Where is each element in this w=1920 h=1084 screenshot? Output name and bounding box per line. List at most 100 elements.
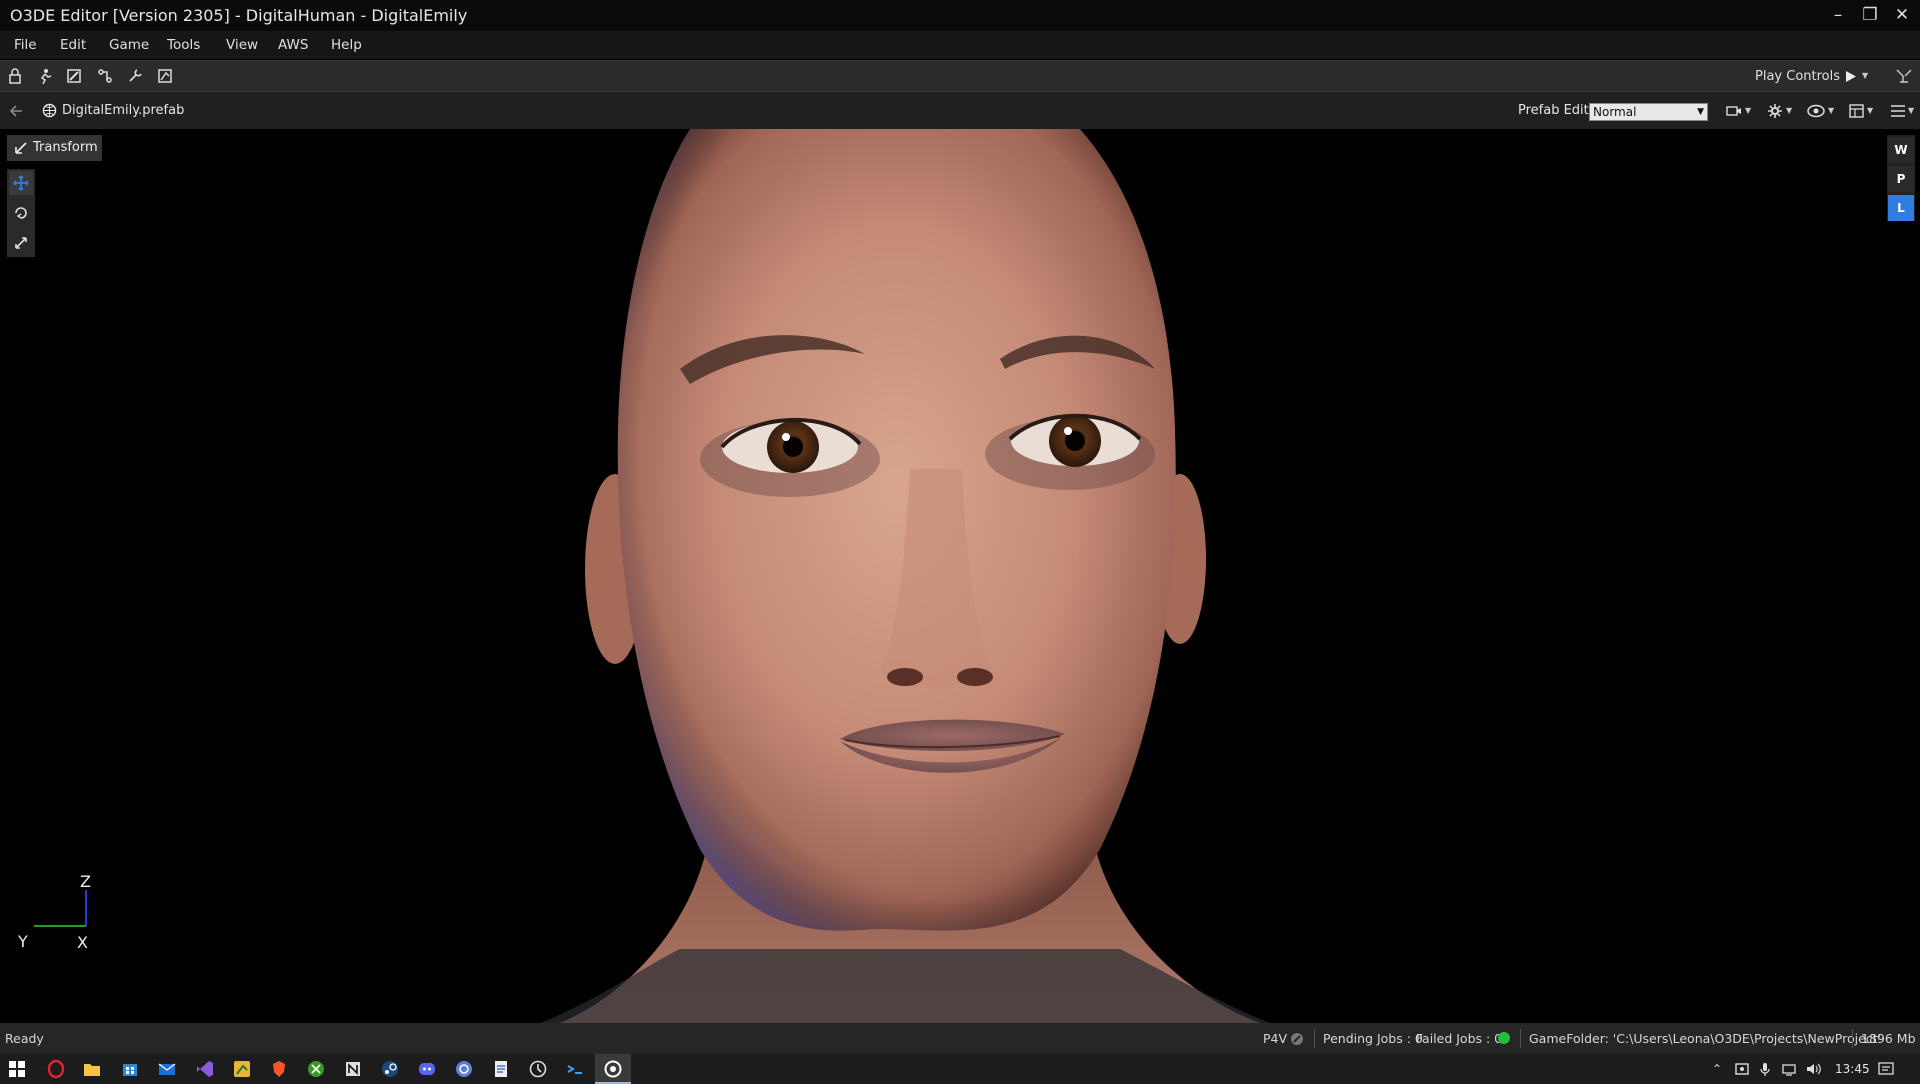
- notion-icon[interactable]: [343, 1059, 363, 1079]
- z-axis-label: Z: [80, 872, 91, 891]
- play-controls-label: Play Controls: [1755, 69, 1841, 84]
- brave-browser-icon[interactable]: [269, 1059, 289, 1079]
- play-icon[interactable]: [1845, 70, 1857, 83]
- animation-editor-icon[interactable]: [37, 68, 53, 84]
- rotate-icon: [15, 207, 27, 219]
- y-axis-line: [34, 925, 86, 927]
- p4v-status-icon[interactable]: [1290, 1032, 1304, 1046]
- p4v-label: P4V: [1263, 1031, 1288, 1046]
- steam-icon[interactable]: [380, 1059, 400, 1079]
- vscode-icon[interactable]: [565, 1059, 585, 1079]
- scale-icon: [15, 237, 27, 249]
- title-bar: O3DE Editor [Version 2305] - DigitalHuma…: [0, 0, 1920, 31]
- script-canvas-icon[interactable]: [97, 68, 113, 84]
- y-axis-label: Y: [18, 932, 28, 951]
- lock-icon[interactable]: [7, 68, 23, 84]
- rotate-tool-button[interactable]: [9, 201, 33, 225]
- settings-gear-icon[interactable]: [1767, 103, 1783, 119]
- o3de-icon: [604, 1060, 622, 1078]
- minimize-button[interactable]: –: [1822, 0, 1854, 31]
- asset-processor-status-indicator: [1498, 1032, 1510, 1044]
- window-title: O3DE Editor [Version 2305] - DigitalHuma…: [10, 6, 468, 25]
- camera-icon[interactable]: [1726, 104, 1742, 118]
- menu-aws[interactable]: AWS: [278, 31, 308, 59]
- visibility-eye-icon[interactable]: [1807, 103, 1825, 119]
- volume-tray-icon[interactable]: [1805, 1061, 1821, 1077]
- toolbar-separator: [1738, 61, 1739, 62]
- hamburger-menu-icon[interactable]: [1890, 105, 1906, 117]
- tools-icon[interactable]: [127, 68, 143, 84]
- network-tray-icon[interactable]: [1781, 1061, 1797, 1077]
- windows-start-icon[interactable]: [7, 1059, 27, 1079]
- layout-dropdown-icon[interactable]: ▼: [1867, 106, 1873, 115]
- failed-jobs: Failed Jobs : 0: [1416, 1031, 1503, 1046]
- settings-dropdown-icon[interactable]: ▼: [1786, 106, 1792, 115]
- o3de-taskbar-button[interactable]: [595, 1054, 631, 1084]
- viewport-layout-icon[interactable]: [1849, 104, 1864, 118]
- game-folder-path: GameFolder: 'C:\Users\Leona\O3DE\Project…: [1529, 1031, 1881, 1046]
- terrain-editor-icon[interactable]: [157, 68, 173, 84]
- status-bar: Ready P4V Pending Jobs : 0 Failed Jobs :…: [0, 1023, 1920, 1054]
- prefab-edit-label: Prefab Edit:: [1518, 103, 1594, 118]
- visual-studio-icon[interactable]: [195, 1059, 215, 1079]
- clock-app-icon[interactable]: [528, 1059, 548, 1079]
- taskbar-clock[interactable]: 13:45: [1835, 1054, 1870, 1084]
- local-space-button[interactable]: L: [1888, 195, 1914, 221]
- prefab-icon: [42, 103, 57, 118]
- play-dropdown-icon[interactable]: ▼: [1862, 71, 1868, 80]
- move-tool-button[interactable]: [9, 171, 33, 195]
- transform-mode-label[interactable]: Transform: [7, 135, 102, 161]
- mail-icon[interactable]: [157, 1059, 177, 1079]
- menu-help[interactable]: Help: [331, 31, 362, 59]
- xbox-icon[interactable]: [306, 1059, 326, 1079]
- webcam-tray-icon[interactable]: [1734, 1061, 1750, 1077]
- parent-space-button[interactable]: P: [1888, 166, 1914, 192]
- prefab-name[interactable]: DigitalEmily.prefab: [62, 92, 184, 130]
- axis-gizmo: Z Y X: [14, 872, 94, 952]
- prefab-bar: DigitalEmily.prefab Prefab Edit: Normal …: [0, 91, 1920, 129]
- chat-app-icon[interactable]: [454, 1059, 474, 1079]
- transform-label-text: Transform: [33, 140, 98, 155]
- visibility-dropdown-icon[interactable]: ▼: [1828, 106, 1834, 115]
- reference-space-panel: W P L: [1887, 135, 1915, 221]
- menu-tools[interactable]: Tools: [167, 31, 200, 59]
- os-taskbar: ⌃ 13:45: [0, 1054, 1920, 1084]
- document-editor-icon[interactable]: [491, 1059, 511, 1079]
- transform-toolbar: [7, 169, 35, 257]
- simulate-physics-icon[interactable]: [1896, 69, 1912, 83]
- z-axis-line: [85, 890, 87, 926]
- menu-edit[interactable]: Edit: [60, 31, 86, 59]
- discord-icon[interactable]: [417, 1059, 437, 1079]
- status-ready: Ready: [5, 1031, 44, 1046]
- restore-button[interactable]: ❐: [1854, 0, 1886, 31]
- microsoft-store-icon[interactable]: [120, 1059, 140, 1079]
- viewport[interactable]: Transform W P L Z Y X: [0, 129, 1920, 1023]
- notifications-icon[interactable]: [1877, 1061, 1895, 1077]
- status-separator: [1314, 1029, 1315, 1048]
- camera-dropdown-icon[interactable]: ▼: [1745, 106, 1751, 115]
- material-editor-icon[interactable]: [66, 68, 82, 84]
- status-separator-3: [1852, 1029, 1853, 1048]
- scale-tool-button[interactable]: [9, 231, 33, 255]
- menu-game[interactable]: Game: [109, 31, 149, 59]
- back-arrow-icon[interactable]: [8, 103, 24, 119]
- world-space-button[interactable]: W: [1888, 137, 1914, 163]
- menu-view[interactable]: View: [226, 31, 258, 59]
- main-toolbar: Play Controls ▼: [0, 60, 1920, 91]
- memory-usage: 1896 Mb: [1861, 1031, 1916, 1046]
- prefab-edit-select[interactable]: Normal ▼: [1589, 103, 1708, 121]
- microphone-tray-icon[interactable]: [1757, 1061, 1773, 1077]
- paint-tool-icon[interactable]: [232, 1059, 252, 1079]
- file-explorer-icon[interactable]: [82, 1059, 102, 1079]
- prefab-edit-value: Normal: [1593, 105, 1637, 119]
- menu-file[interactable]: File: [14, 31, 37, 59]
- chevron-down-icon: ▼: [1697, 107, 1704, 117]
- opera-browser-icon[interactable]: [46, 1059, 66, 1079]
- close-button[interactable]: ✕: [1886, 0, 1918, 31]
- transform-icon: [15, 142, 27, 154]
- options-dropdown-icon[interactable]: ▼: [1908, 106, 1914, 115]
- x-axis-label: X: [77, 933, 88, 952]
- status-separator-2: [1520, 1029, 1521, 1048]
- tray-overflow-icon[interactable]: ⌃: [1712, 1054, 1722, 1084]
- move-icon: [13, 175, 29, 191]
